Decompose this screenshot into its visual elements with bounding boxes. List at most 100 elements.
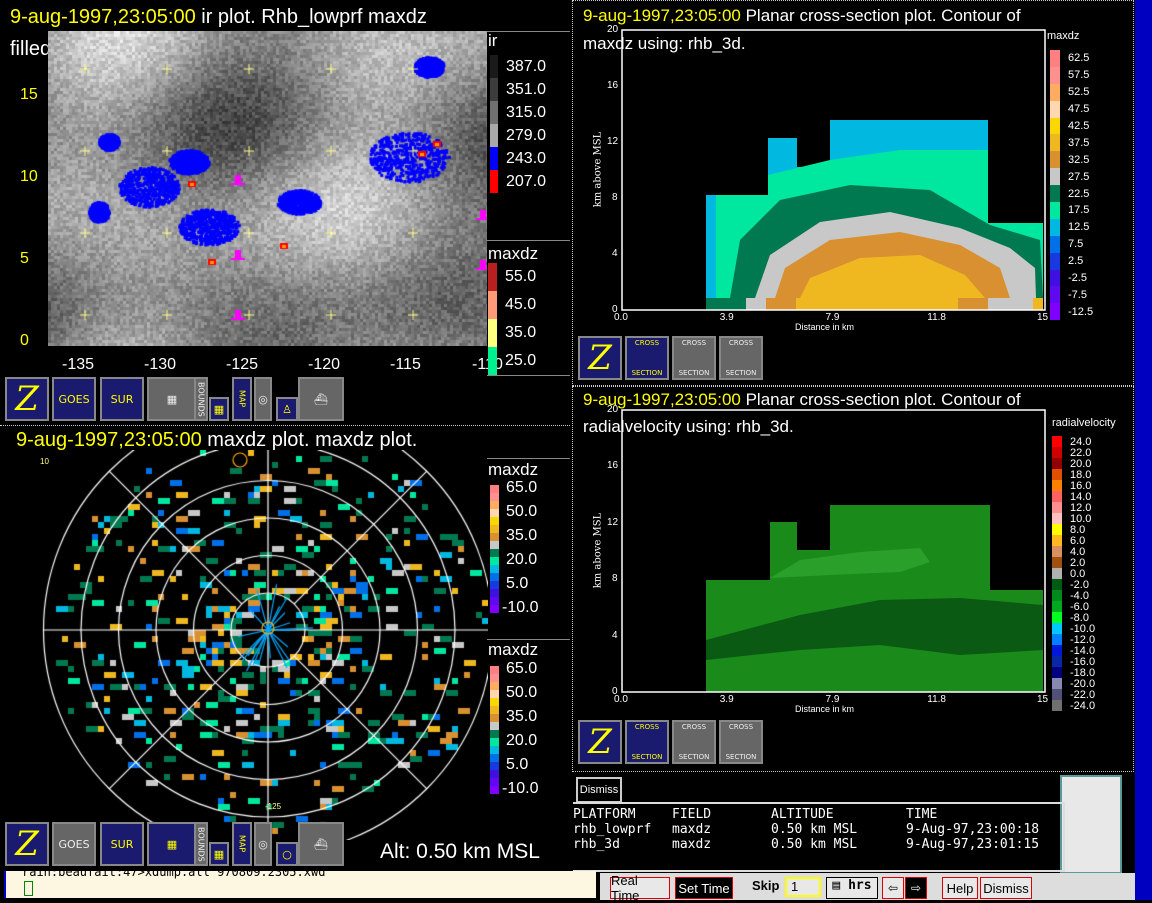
colorbar-swatch	[1052, 524, 1062, 535]
colorbar-swatch	[1052, 469, 1062, 480]
colorbar-swatch	[1050, 185, 1060, 203]
colorbar-swatch	[1052, 436, 1062, 447]
colorbar-label: 42.5	[1068, 120, 1090, 132]
colorbar-swatch	[1052, 491, 1062, 502]
zebra-z-icon[interactable]: Z	[578, 336, 622, 380]
colorbar-label: -24.0	[1070, 699, 1096, 712]
colorbar-label: 27.5	[1068, 170, 1090, 183]
terminal-cursor	[24, 881, 33, 896]
cross-section-button[interactable]: CROSS SECTION	[672, 336, 716, 380]
x-tick-label: 11.8	[927, 694, 946, 705]
y-tick-label: 12	[607, 136, 619, 147]
step-back-button[interactable]: ⇦	[882, 877, 904, 899]
info-cell: 9-Aug-97,23:01:15	[906, 837, 1040, 852]
dismiss-button[interactable]: Dismiss	[980, 877, 1032, 899]
cross-section-icon: CROSS SECTION	[678, 723, 710, 761]
colorbar-swatch	[1050, 269, 1060, 287]
x-tick-label: 3.9	[719, 694, 734, 705]
arrow-left-icon: ⇦	[887, 881, 899, 895]
colorbar-label: 22.5	[1068, 187, 1090, 200]
colorbar-swatch	[1052, 502, 1062, 513]
colorbar-swatch	[1052, 623, 1062, 634]
colorbar-label: 52.5	[1068, 86, 1090, 99]
colorbar-swatch	[1052, 480, 1062, 491]
colorbar-swatch	[1050, 286, 1060, 304]
info-table-row: rhb_lowprf maxdz 0.50 km MSL 9-Aug-97,23:00…	[573, 822, 1063, 837]
colorbar-swatch	[1050, 202, 1060, 219]
colorbar-swatch	[1052, 458, 1062, 469]
colorbar-swatch	[1052, 689, 1062, 700]
colorbar-swatch	[1052, 612, 1062, 623]
colorbar-swatch	[1052, 535, 1062, 546]
cross-section-button[interactable]: CROSS SECTION	[719, 336, 763, 380]
cross-section-button[interactable]: CROSS SECTION	[672, 720, 716, 764]
cross-section-icon: CROSS SECTION	[631, 723, 663, 761]
x-tick-label: 15	[1037, 694, 1049, 705]
y-axis-title: km above MSL	[592, 131, 604, 208]
info-dismiss-button[interactable]: Dismiss	[576, 777, 622, 803]
x-tick-label: 0.0	[614, 312, 628, 323]
colorbar-swatch	[1050, 218, 1060, 236]
colorbar-swatch	[1050, 235, 1060, 253]
colorbar-label: 47.5	[1068, 103, 1090, 116]
colorbar-swatch	[1052, 568, 1062, 579]
info-table-header: PLATFORM FIELD ALTITUDE TIME	[573, 807, 1063, 822]
info-cell: rhb_3d	[573, 837, 620, 852]
y-tick-label: 8	[612, 573, 618, 585]
x-tick-label: 0.0	[614, 694, 628, 705]
x-tick-label: 11.8	[927, 312, 946, 323]
colorbar-label: -7.5	[1068, 288, 1087, 301]
y-tick-label: 20	[607, 404, 619, 415]
units-select[interactable]: ▤ hrs	[826, 877, 878, 899]
info-header-cell: PLATFORM	[573, 807, 636, 822]
info-cell: 9-Aug-97,23:00:18	[906, 822, 1040, 837]
desktop-background	[1135, 0, 1152, 900]
colorbar-swatch	[1050, 303, 1060, 321]
info-header-cell: ALTITUDE	[771, 807, 834, 822]
colorbar-swatch	[1052, 656, 1062, 667]
info-cell: rhb_lowprf	[573, 822, 652, 837]
cross-section-velocity-panel: 9-aug-1997,23:05:00 Planar cross-section…	[572, 386, 1134, 772]
help-button[interactable]: Help	[942, 877, 978, 899]
menu-icon: ▤	[832, 878, 841, 893]
colorbar-label: 12.5	[1068, 221, 1090, 234]
colorbar-swatch	[1052, 546, 1062, 557]
cross-section-icon: CROSS SECTION	[725, 723, 757, 761]
colorbar-swatch	[1052, 557, 1062, 568]
real-time-button[interactable]: Real Time	[610, 873, 670, 903]
skip-input[interactable]: 1	[785, 877, 821, 897]
cross-section-button[interactable]: CROSS SECTION	[625, 720, 669, 764]
colorbar-swatch	[1050, 100, 1060, 118]
colorbar-swatch	[1052, 700, 1062, 711]
cross-section-button[interactable]: CROSS SECTION	[625, 336, 669, 380]
colorbar-swatch	[1050, 168, 1060, 186]
cross-section-icon: CROSS SECTION	[678, 339, 710, 377]
colorbar-label: 17.5	[1068, 204, 1090, 217]
colorbar-swatch	[1052, 678, 1062, 689]
y-tick-label: 16	[607, 80, 619, 91]
y-tick-label: 20	[607, 24, 619, 35]
colorbar-swatch	[1050, 50, 1060, 67]
colorbar-swatch	[1050, 134, 1060, 152]
y-tick-label: 4	[612, 629, 618, 641]
cross-section-button[interactable]: CROSS SECTION	[719, 720, 763, 764]
terminal-window[interactable]: rain:beaufait:47>xdump.all 970809.2305.x…	[4, 865, 596, 898]
set-time-button[interactable]: Set Time	[675, 877, 733, 899]
title-text: Planar cross-section plot. Contour of	[740, 390, 1021, 409]
colorbar-label: 57.5	[1068, 69, 1090, 82]
step-forward-button[interactable]: ⇨	[905, 877, 927, 899]
colorbar-swatch	[1050, 151, 1060, 169]
colorbar-label: 37.5	[1068, 136, 1090, 149]
colorbar-swatch	[1052, 601, 1062, 612]
info-cell: 0.50 km MSL	[771, 837, 858, 852]
cross-section-icon: CROSS SECTION	[631, 339, 663, 377]
colorbar-label: 7.5	[1068, 238, 1084, 251]
y-tick-label: 16	[607, 460, 619, 472]
y-axis-title: km above MSL	[592, 512, 604, 589]
colorbar-swatch	[1050, 83, 1060, 101]
info-cell: maxdz	[672, 822, 712, 837]
zebra-z-icon[interactable]: Z	[578, 720, 622, 764]
maxdz-contour-fill	[706, 120, 1043, 310]
info-cell: maxdz	[672, 837, 712, 852]
info-table: PLATFORM FIELD ALTITUDE TIME rhb_lowprf maxdz…	[573, 802, 1065, 872]
